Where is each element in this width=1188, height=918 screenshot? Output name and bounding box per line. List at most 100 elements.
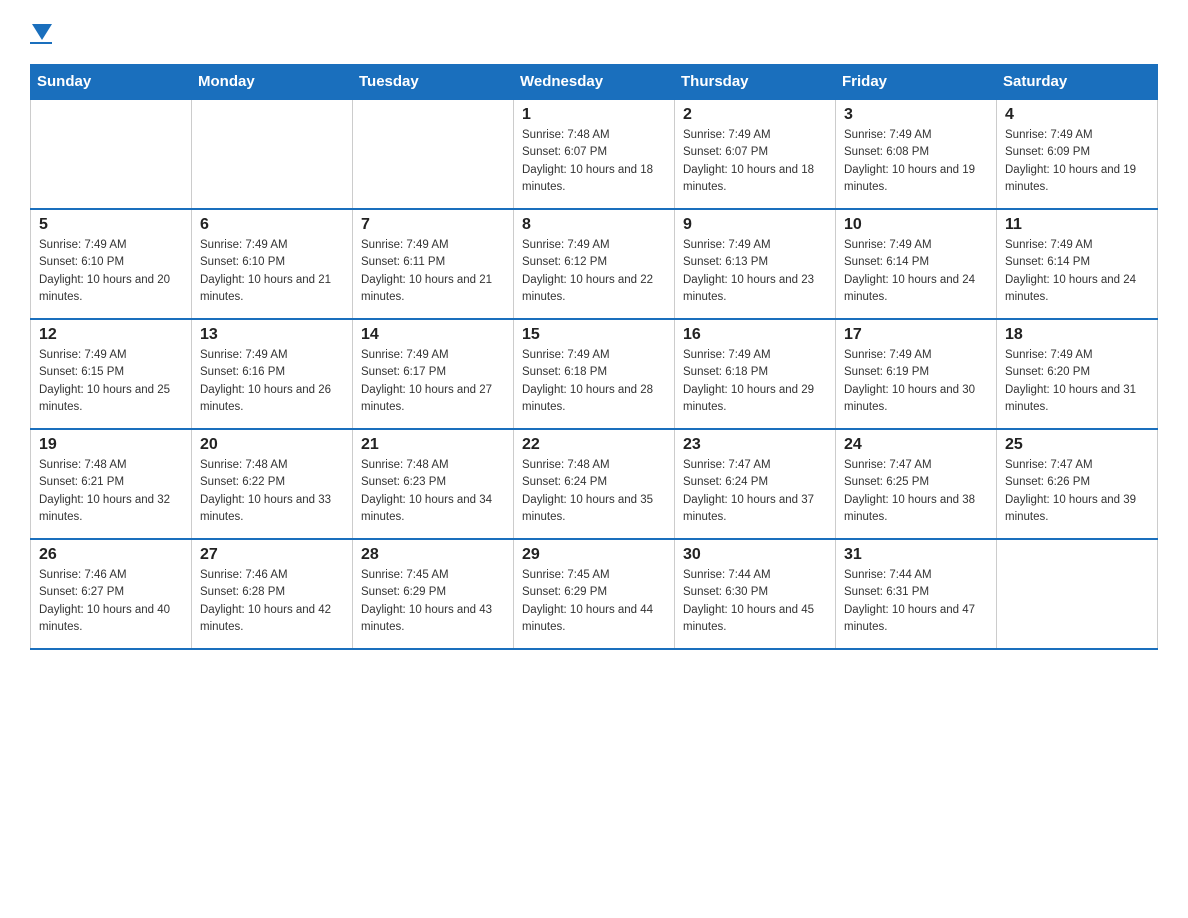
day-info: Sunrise: 7:48 AM Sunset: 6:22 PM Dayligh…	[200, 457, 344, 526]
calendar-cell-week2-day5: 9 Sunrise: 7:49 AM Sunset: 6:13 PM Daylig…	[675, 209, 836, 319]
day-number: 23	[683, 436, 827, 454]
day-number: 30	[683, 546, 827, 564]
calendar-cell-week4-day7: 25Sunrise: 7:47 AM Sunset: 6:26 PM Dayli…	[997, 429, 1158, 539]
week-row-1: 1 Sunrise: 7:48 AM Sunset: 6:07 PM Daylig…	[31, 99, 1158, 209]
weekday-header-thursday: Thursday	[675, 65, 836, 100]
day-info: Sunrise: 7:49 AM Sunset: 6:10 PM Dayligh…	[39, 237, 183, 306]
weekday-header-saturday: Saturday	[997, 65, 1158, 100]
week-row-3: 12 Sunrise: 7:49 AM Sunset: 6:15 PM Dayli…	[31, 319, 1158, 429]
day-info: Sunrise: 7:49 AM Sunset: 6:18 PM Dayligh…	[683, 347, 827, 416]
day-info: Sunrise: 7:49 AM Sunset: 6:07 PM Dayligh…	[683, 127, 827, 196]
day-number: 1	[522, 106, 666, 124]
day-info: Sunrise: 7:46 AM Sunset: 6:27 PM Dayligh…	[39, 567, 183, 636]
day-number: 15	[522, 326, 666, 344]
day-number: 5	[39, 216, 183, 234]
day-info: Sunrise: 7:49 AM Sunset: 6:14 PM Dayligh…	[844, 237, 988, 306]
calendar-cell-week1-day6: 3 Sunrise: 7:49 AM Sunset: 6:08 PM Daylig…	[836, 99, 997, 209]
calendar-cell-week2-day1: 5 Sunrise: 7:49 AM Sunset: 6:10 PM Daylig…	[31, 209, 192, 319]
week-row-4: 19Sunrise: 7:48 AM Sunset: 6:21 PM Dayli…	[31, 429, 1158, 539]
day-number: 13	[200, 326, 344, 344]
calendar-cell-week4-day5: 23 Sunrise: 7:47 AM Sunset: 6:24 PM Dayli…	[675, 429, 836, 539]
day-info: Sunrise: 7:47 AM Sunset: 6:24 PM Dayligh…	[683, 457, 827, 526]
day-info: Sunrise: 7:44 AM Sunset: 6:30 PM Dayligh…	[683, 567, 827, 636]
day-number: 2	[683, 106, 827, 124]
day-info: Sunrise: 7:49 AM Sunset: 6:15 PM Dayligh…	[39, 347, 183, 416]
calendar-cell-week4-day2: 20 Sunrise: 7:48 AM Sunset: 6:22 PM Dayli…	[192, 429, 353, 539]
calendar-cell-week2-day6: 10 Sunrise: 7:49 AM Sunset: 6:14 PM Dayli…	[836, 209, 997, 319]
day-info: Sunrise: 7:49 AM Sunset: 6:10 PM Dayligh…	[200, 237, 344, 306]
logo-triangle-icon	[32, 24, 52, 40]
day-info: Sunrise: 7:49 AM Sunset: 6:19 PM Dayligh…	[844, 347, 988, 416]
day-number: 25	[1005, 436, 1149, 454]
day-info: Sunrise: 7:45 AM Sunset: 6:29 PM Dayligh…	[522, 567, 666, 636]
day-number: 11	[1005, 216, 1149, 234]
day-info: Sunrise: 7:49 AM Sunset: 6:17 PM Dayligh…	[361, 347, 505, 416]
calendar-cell-week2-day4: 8 Sunrise: 7:49 AM Sunset: 6:12 PM Daylig…	[514, 209, 675, 319]
day-info: Sunrise: 7:49 AM Sunset: 6:14 PM Dayligh…	[1005, 237, 1149, 306]
day-info: Sunrise: 7:48 AM Sunset: 6:24 PM Dayligh…	[522, 457, 666, 526]
weekday-header-wednesday: Wednesday	[514, 65, 675, 100]
day-number: 27	[200, 546, 344, 564]
calendar-cell-week4-day6: 24 Sunrise: 7:47 AM Sunset: 6:25 PM Dayli…	[836, 429, 997, 539]
day-number: 24	[844, 436, 988, 454]
calendar-cell-week3-day2: 13 Sunrise: 7:49 AM Sunset: 6:16 PM Dayli…	[192, 319, 353, 429]
calendar-cell-week2-day2: 6Sunrise: 7:49 AM Sunset: 6:10 PM Daylig…	[192, 209, 353, 319]
day-info: Sunrise: 7:49 AM Sunset: 6:12 PM Dayligh…	[522, 237, 666, 306]
day-number: 18	[1005, 326, 1149, 344]
calendar-cell-week1-day4: 1 Sunrise: 7:48 AM Sunset: 6:07 PM Daylig…	[514, 99, 675, 209]
day-info: Sunrise: 7:44 AM Sunset: 6:31 PM Dayligh…	[844, 567, 988, 636]
day-info: Sunrise: 7:46 AM Sunset: 6:28 PM Dayligh…	[200, 567, 344, 636]
logo	[30, 20, 52, 44]
logo-underline	[30, 42, 52, 44]
day-info: Sunrise: 7:48 AM Sunset: 6:23 PM Dayligh…	[361, 457, 505, 526]
calendar-cell-week5-day4: 29 Sunrise: 7:45 AM Sunset: 6:29 PM Dayli…	[514, 539, 675, 649]
day-number: 21	[361, 436, 505, 454]
calendar-cell-week5-day6: 31Sunrise: 7:44 AM Sunset: 6:31 PM Dayli…	[836, 539, 997, 649]
day-number: 29	[522, 546, 666, 564]
calendar-header-row: SundayMondayTuesdayWednesdayThursdayFrid…	[31, 65, 1158, 100]
day-number: 26	[39, 546, 183, 564]
calendar-cell-week1-day3	[353, 99, 514, 209]
calendar-cell-week2-day7: 11 Sunrise: 7:49 AM Sunset: 6:14 PM Dayli…	[997, 209, 1158, 319]
day-number: 7	[361, 216, 505, 234]
day-info: Sunrise: 7:49 AM Sunset: 6:11 PM Dayligh…	[361, 237, 505, 306]
week-row-2: 5 Sunrise: 7:49 AM Sunset: 6:10 PM Daylig…	[31, 209, 1158, 319]
calendar-cell-week5-day5: 30 Sunrise: 7:44 AM Sunset: 6:30 PM Dayli…	[675, 539, 836, 649]
calendar-cell-week3-day7: 18 Sunrise: 7:49 AM Sunset: 6:20 PM Dayli…	[997, 319, 1158, 429]
calendar-cell-week5-day2: 27 Sunrise: 7:46 AM Sunset: 6:28 PM Dayli…	[192, 539, 353, 649]
day-number: 12	[39, 326, 183, 344]
day-number: 8	[522, 216, 666, 234]
calendar-cell-week1-day5: 2 Sunrise: 7:49 AM Sunset: 6:07 PM Daylig…	[675, 99, 836, 209]
calendar-cell-week2-day3: 7 Sunrise: 7:49 AM Sunset: 6:11 PM Daylig…	[353, 209, 514, 319]
calendar-cell-week3-day3: 14 Sunrise: 7:49 AM Sunset: 6:17 PM Dayli…	[353, 319, 514, 429]
weekday-header-tuesday: Tuesday	[353, 65, 514, 100]
calendar-cell-week3-day6: 17 Sunrise: 7:49 AM Sunset: 6:19 PM Dayli…	[836, 319, 997, 429]
calendar-table: SundayMondayTuesdayWednesdayThursdayFrid…	[30, 64, 1158, 650]
day-info: Sunrise: 7:49 AM Sunset: 6:20 PM Dayligh…	[1005, 347, 1149, 416]
day-number: 14	[361, 326, 505, 344]
day-number: 20	[200, 436, 344, 454]
weekday-header-monday: Monday	[192, 65, 353, 100]
day-info: Sunrise: 7:48 AM Sunset: 6:07 PM Dayligh…	[522, 127, 666, 196]
calendar-cell-week5-day7	[997, 539, 1158, 649]
day-info: Sunrise: 7:49 AM Sunset: 6:09 PM Dayligh…	[1005, 127, 1149, 196]
calendar-cell-week5-day3: 28Sunrise: 7:45 AM Sunset: 6:29 PM Dayli…	[353, 539, 514, 649]
calendar-cell-week4-day4: 22Sunrise: 7:48 AM Sunset: 6:24 PM Dayli…	[514, 429, 675, 539]
day-info: Sunrise: 7:48 AM Sunset: 6:21 PM Dayligh…	[39, 457, 183, 526]
day-number: 10	[844, 216, 988, 234]
week-row-5: 26 Sunrise: 7:46 AM Sunset: 6:27 PM Dayli…	[31, 539, 1158, 649]
day-info: Sunrise: 7:49 AM Sunset: 6:08 PM Dayligh…	[844, 127, 988, 196]
calendar-cell-week1-day2	[192, 99, 353, 209]
day-number: 9	[683, 216, 827, 234]
day-info: Sunrise: 7:49 AM Sunset: 6:13 PM Dayligh…	[683, 237, 827, 306]
day-info: Sunrise: 7:49 AM Sunset: 6:16 PM Dayligh…	[200, 347, 344, 416]
day-number: 17	[844, 326, 988, 344]
day-info: Sunrise: 7:45 AM Sunset: 6:29 PM Dayligh…	[361, 567, 505, 636]
calendar-cell-week3-day4: 15Sunrise: 7:49 AM Sunset: 6:18 PM Dayli…	[514, 319, 675, 429]
day-number: 3	[844, 106, 988, 124]
day-info: Sunrise: 7:47 AM Sunset: 6:25 PM Dayligh…	[844, 457, 988, 526]
day-number: 4	[1005, 106, 1149, 124]
calendar-cell-week3-day5: 16 Sunrise: 7:49 AM Sunset: 6:18 PM Dayli…	[675, 319, 836, 429]
calendar-cell-week4-day1: 19Sunrise: 7:48 AM Sunset: 6:21 PM Dayli…	[31, 429, 192, 539]
day-number: 16	[683, 326, 827, 344]
